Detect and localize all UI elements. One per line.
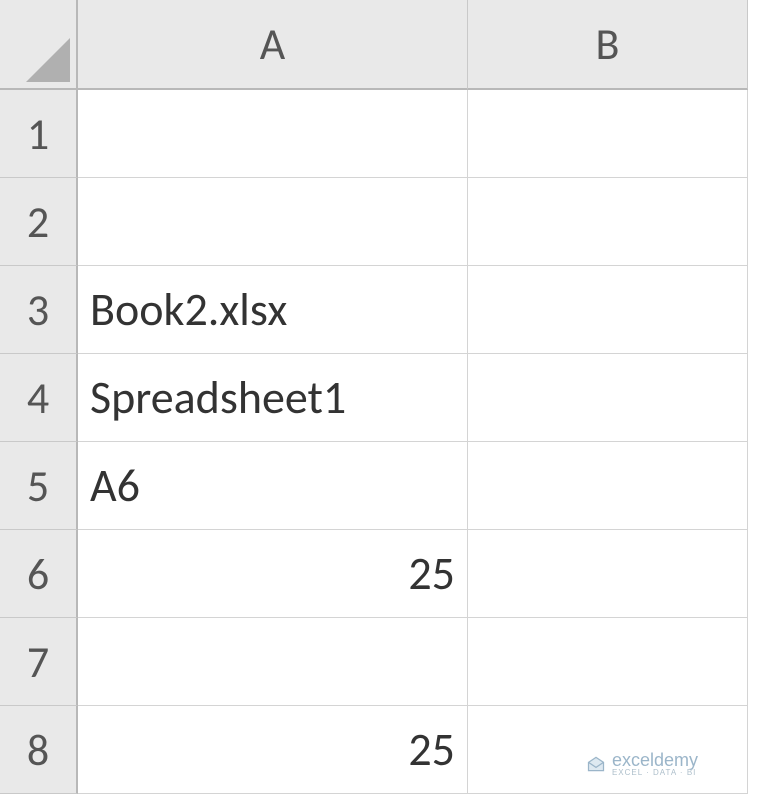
- cell-b6[interactable]: [468, 530, 748, 618]
- cell-a5[interactable]: A6: [78, 442, 468, 530]
- cell-a4[interactable]: Spreadsheet1: [78, 354, 468, 442]
- row-header-1[interactable]: 1: [0, 90, 78, 178]
- watermark-text: exceldemy EXCEL · DATA · BI: [612, 751, 698, 777]
- watermark: exceldemy EXCEL · DATA · BI: [586, 751, 698, 777]
- cell-b2[interactable]: [468, 178, 748, 266]
- row-header-6[interactable]: 6: [0, 530, 78, 618]
- cell-b4[interactable]: [468, 354, 748, 442]
- cell-a3[interactable]: Book2.xlsx: [78, 266, 468, 354]
- cell-b5[interactable]: [468, 442, 748, 530]
- row-header-2[interactable]: 2: [0, 178, 78, 266]
- cell-b8[interactable]: [468, 706, 748, 794]
- cell-a8[interactable]: 25: [78, 706, 468, 794]
- row-header-3[interactable]: 3: [0, 266, 78, 354]
- column-header-b[interactable]: B: [468, 0, 748, 90]
- watermark-main: exceldemy: [612, 751, 698, 769]
- cell-a2[interactable]: [78, 178, 468, 266]
- cell-a1[interactable]: [78, 90, 468, 178]
- watermark-logo-icon: [586, 754, 606, 774]
- row-header-4[interactable]: 4: [0, 354, 78, 442]
- select-all-corner[interactable]: [0, 0, 78, 90]
- watermark-sub: EXCEL · DATA · BI: [612, 769, 698, 777]
- cell-b1[interactable]: [468, 90, 748, 178]
- spreadsheet-grid: A B 1 2 3 Book2.xlsx 4 Spreadsheet1 5 A6…: [0, 0, 768, 794]
- row-header-7[interactable]: 7: [0, 618, 78, 706]
- cell-b7[interactable]: [468, 618, 748, 706]
- row-header-5[interactable]: 5: [0, 442, 78, 530]
- select-all-triangle-icon: [26, 38, 70, 82]
- cell-a6[interactable]: 25: [78, 530, 468, 618]
- cell-b3[interactable]: [468, 266, 748, 354]
- cell-a7[interactable]: [78, 618, 468, 706]
- column-header-a[interactable]: A: [78, 0, 468, 90]
- row-header-8[interactable]: 8: [0, 706, 78, 794]
